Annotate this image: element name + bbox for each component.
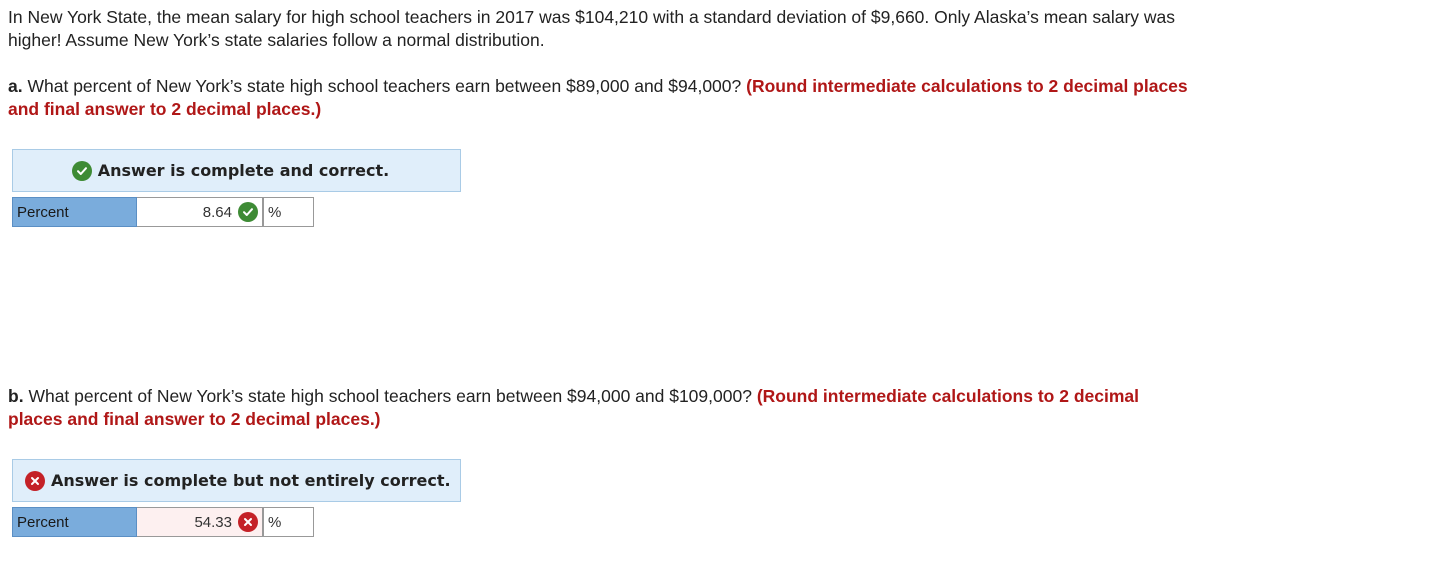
question-a: a. What percent of New York’s state high…: [8, 75, 1198, 121]
answer-a-unit: %: [263, 197, 314, 227]
part-b-letter: b.: [8, 386, 24, 406]
answer-status-a-text: Answer is complete and correct.: [97, 161, 390, 180]
answer-row-b: Percent 54.33 %: [12, 507, 314, 537]
question-a-text: What percent of New York’s state high sc…: [27, 76, 742, 96]
question-b-text: What percent of New York’s state high sc…: [28, 386, 752, 406]
answer-status-b: Answer is complete but not entirely corr…: [12, 459, 461, 502]
answer-row-a: Percent 8.64 %: [12, 197, 314, 227]
question-b: b. What percent of New York’s state high…: [8, 385, 1198, 431]
answer-b-unit: %: [263, 507, 314, 537]
problem-intro: In New York State, the mean salary for h…: [8, 7, 1176, 50]
answer-b-value: 54.33: [194, 513, 232, 531]
answer-b-label: Percent: [12, 507, 137, 537]
answer-a-label: Percent: [12, 197, 137, 227]
x-circle-icon: [25, 470, 45, 491]
answer-b-input[interactable]: 54.33: [137, 507, 263, 537]
check-circle-icon: [238, 202, 258, 222]
check-circle-icon: [71, 160, 92, 181]
x-circle-icon: [238, 512, 258, 532]
answer-a-input[interactable]: 8.64: [137, 197, 263, 227]
answer-status-b-text: Answer is complete but not entirely corr…: [51, 471, 451, 490]
answer-a-value: 8.64: [202, 203, 232, 221]
answer-status-a: Answer is complete and correct.: [12, 149, 461, 192]
part-a-letter: a.: [8, 76, 23, 96]
